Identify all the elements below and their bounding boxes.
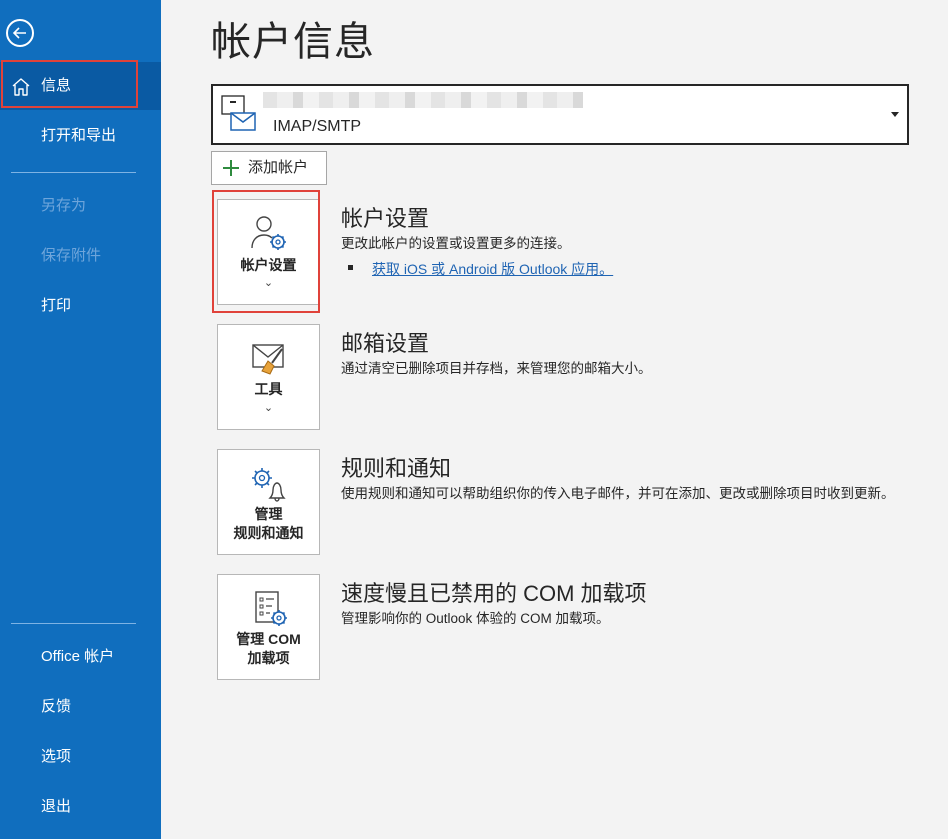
sidebar-item-save-as: 另存为	[0, 182, 161, 230]
tools-tile[interactable]: 工具 ⌄	[217, 324, 320, 430]
tile-label: 工具	[254, 381, 283, 397]
sidebar-item-label: 打开和导出	[41, 127, 117, 144]
sidebar: 信息 打开和导出 另存为 保存附件 打印 Office 帐户 反馈 选项 退出	[0, 0, 161, 839]
plus-icon	[223, 160, 239, 176]
gear-bell-icon	[252, 468, 286, 502]
sidebar-item-options[interactable]: 选项	[0, 733, 161, 781]
sidebar-item-label: 反馈	[41, 698, 72, 715]
sidebar-item-label: 保存附件	[41, 247, 102, 264]
chevron-down-icon	[891, 112, 899, 117]
sidebar-item-label: 打印	[41, 297, 72, 314]
sidebar-item-label: Office 帐户	[41, 648, 115, 665]
add-account-button[interactable]: 添加帐户	[211, 151, 327, 185]
sidebar-divider	[11, 172, 136, 173]
sidebar-item-label: 选项	[41, 748, 72, 765]
tile-label: 帐户设置	[240, 257, 297, 273]
tile-label: 管理	[254, 506, 283, 522]
sidebar-item-exit[interactable]: 退出	[0, 783, 161, 831]
sidebar-item-office-account[interactable]: Office 帐户	[0, 633, 161, 681]
account-email-redacted	[263, 92, 583, 108]
section-title: 帐户设置	[341, 206, 430, 231]
tile-label: 管理 COM	[236, 631, 301, 647]
mail-broom-icon	[252, 344, 284, 375]
mail-account-icon	[221, 95, 256, 131]
sidebar-divider	[11, 623, 136, 624]
sidebar-item-open-export[interactable]: 打开和导出	[0, 112, 161, 160]
tile-label: 规则和通知	[233, 525, 304, 541]
section-description: 更改此帐户的设置或设置更多的连接。	[341, 236, 571, 251]
add-account-label: 添加帐户	[248, 159, 309, 176]
sidebar-item-label: 另存为	[41, 197, 87, 214]
account-settings-tile[interactable]: 帐户设置 ⌄	[217, 199, 320, 305]
chevron-down-icon: ⌄	[263, 402, 274, 414]
section-description: 管理影响你的 Outlook 体验的 COM 加载项。	[341, 611, 610, 626]
manage-com-addins-tile[interactable]: 管理 COM 加载项	[217, 574, 320, 680]
tile-label: 加载项	[247, 650, 290, 666]
home-icon	[12, 78, 30, 96]
page-title: 帐户信息	[211, 20, 375, 64]
chevron-down-icon: ⌄	[263, 277, 274, 289]
user-gear-icon	[251, 216, 286, 250]
section-title: 规则和通知	[341, 456, 452, 481]
manage-rules-tile[interactable]: 管理 规则和通知	[217, 449, 320, 555]
back-arrow-icon	[12, 27, 26, 39]
section-description: 使用规则和通知可以帮助组织你的传入电子邮件，并可在添加、更改或删除项目时收到更新…	[341, 486, 895, 501]
get-mobile-app-link[interactable]: 获取 iOS 或 Android 版 Outlook 应用。	[372, 259, 613, 279]
sidebar-item-label: 信息	[41, 77, 72, 94]
section-title: 速度慢且已禁用的 COM 加载项	[341, 581, 647, 606]
sidebar-item-info[interactable]: 信息	[0, 62, 161, 110]
sidebar-item-feedback[interactable]: 反馈	[0, 683, 161, 731]
sidebar-item-save-attachments: 保存附件	[0, 232, 161, 280]
back-button[interactable]	[6, 19, 34, 47]
checklist-gear-icon	[255, 591, 287, 626]
sidebar-item-label: 退出	[41, 798, 72, 815]
sidebar-item-print[interactable]: 打印	[0, 282, 161, 330]
account-type: IMAP/SMTP	[273, 118, 362, 135]
section-title: 邮箱设置	[341, 331, 430, 356]
section-description: 通过清空已删除项目并存档，来管理您的邮箱大小。	[341, 361, 652, 376]
bullet	[348, 265, 353, 270]
account-selector[interactable]: IMAP/SMTP	[211, 84, 909, 145]
